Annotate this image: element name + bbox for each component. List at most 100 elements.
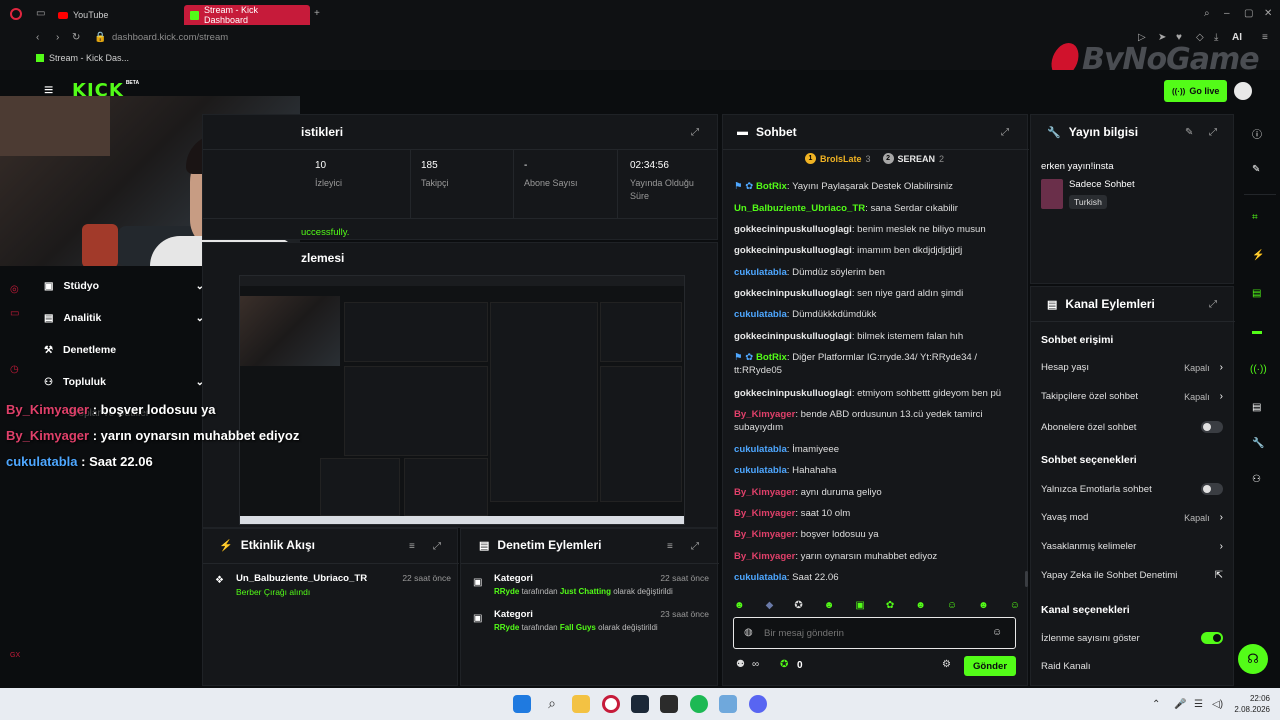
emote-icon[interactable]: ▣ xyxy=(855,596,864,614)
sidebar-item-moderation[interactable]: ⚒ Denetleme xyxy=(44,344,204,356)
chat-username[interactable]: By_Kimyager xyxy=(734,487,795,498)
row-banned-words[interactable]: Yasaklanmış kelimeler › xyxy=(1041,541,1223,552)
chevron-up-icon[interactable]: ⌃ xyxy=(1152,699,1160,710)
new-tab-icon[interactable]: + xyxy=(314,8,320,19)
row-ai-moderation[interactable]: Yapay Zeka ile Sohbet Denetimi ⇱ xyxy=(1041,570,1223,581)
clock-icon[interactable]: ◷ xyxy=(10,364,19,375)
emote-icon[interactable]: ✿ xyxy=(886,596,894,614)
emoji-icon[interactable]: ☺ xyxy=(992,627,1002,638)
chat-username[interactable]: BotRix xyxy=(756,352,787,363)
chat-username[interactable]: cukulatabla xyxy=(734,444,787,455)
obs-icon[interactable] xyxy=(660,695,678,713)
steam-icon[interactable] xyxy=(631,695,649,713)
network-icon[interactable]: ☰ xyxy=(1194,699,1203,710)
chat-scrollbar[interactable] xyxy=(1025,571,1028,587)
close-icon[interactable]: ✕ xyxy=(1264,8,1272,19)
category-thumbnail[interactable] xyxy=(1041,179,1063,209)
chat-username[interactable]: BotRix xyxy=(756,181,787,192)
tab-kick-dashboard[interactable]: Stream - Kick Dashboard xyxy=(184,5,310,25)
tab-youtube[interactable]: YouTube xyxy=(52,5,180,25)
microphone-icon[interactable]: 🎤 xyxy=(1174,699,1186,710)
popout-icon[interactable]: ⤢ xyxy=(1209,127,1217,138)
preview-video[interactable] xyxy=(239,275,685,525)
file-explorer-icon[interactable] xyxy=(572,695,590,713)
opera-gx-icon[interactable] xyxy=(602,695,620,713)
chat-username[interactable]: gokkecininpuskulluoglagi xyxy=(734,331,852,342)
show-viewcount-toggle[interactable] xyxy=(1201,632,1223,644)
start-icon[interactable] xyxy=(513,695,531,713)
sidebar-item-community[interactable]: ⚇ Topluluk ⌄ xyxy=(44,376,204,388)
broadcast-icon[interactable]: ((·)) xyxy=(1250,364,1267,375)
bookmark-kick[interactable]: Stream - Kick Das... xyxy=(36,53,129,63)
gifter-2[interactable]: 2 SEREAN 2 xyxy=(882,153,944,164)
volume-icon[interactable]: ◁) xyxy=(1212,699,1223,710)
maximize-icon[interactable]: ▢ xyxy=(1244,8,1253,19)
users-icon[interactable]: ⚇ xyxy=(1252,474,1261,485)
chat-username[interactable]: cukulatabla xyxy=(734,572,787,583)
reload-icon[interactable]: ↻ xyxy=(72,32,80,43)
chat-username[interactable]: cukulatabla xyxy=(734,465,787,476)
emote-icon[interactable]: ☻ xyxy=(978,596,989,614)
subscribers-only-toggle[interactable] xyxy=(1201,421,1223,433)
filter-icon[interactable]: ≡ xyxy=(409,541,415,552)
emote-icon[interactable]: ◆ xyxy=(766,596,774,614)
row-raid-channel[interactable]: Raid Kanalı xyxy=(1041,661,1223,672)
category-name[interactable]: Sadece Sohbet xyxy=(1069,179,1135,190)
filter-icon[interactable]: ≡ xyxy=(667,541,673,552)
chat-username[interactable]: gokkecininpuskulluoglagi xyxy=(734,245,852,256)
search-icon[interactable]: ⌕ xyxy=(543,695,561,713)
emote-icon[interactable]: ☻ xyxy=(915,596,926,614)
chat-input-box[interactable]: ◍ ☺ xyxy=(733,617,1016,649)
support-icon[interactable]: ☊ xyxy=(1238,644,1268,674)
wrench-icon[interactable]: 🔧 xyxy=(1252,438,1264,449)
url-field[interactable]: dashboard.kick.com/stream xyxy=(112,32,228,43)
opera-logo-icon[interactable] xyxy=(10,8,22,20)
sidebar-item-analytics[interactable]: ▤ Analitik ⌄ xyxy=(44,312,204,324)
lightning-icon[interactable]: ⚡ xyxy=(1252,250,1264,261)
gear-icon[interactable]: ⚙ xyxy=(942,659,951,670)
go-live-button[interactable]: ((·)) Go live xyxy=(1164,80,1228,102)
chat-username[interactable]: Un_Balbuziente_Ubriaco_TR xyxy=(734,203,865,214)
emote-icon[interactable]: ☺ xyxy=(1010,596,1020,614)
popout-icon[interactable]: ⤢ xyxy=(1001,127,1009,138)
row-followers-only[interactable]: Takipçilere özel sohbet Kapalı › xyxy=(1041,391,1223,402)
points-icon[interactable]: ✪ xyxy=(780,659,788,670)
row-account-age[interactable]: Hesap yaşı Kapalı › xyxy=(1041,362,1223,373)
back-icon[interactable]: ‹ xyxy=(36,32,39,43)
spotify-icon[interactable] xyxy=(690,695,708,713)
emote-icon[interactable]: ☺ xyxy=(947,596,957,614)
avatar[interactable] xyxy=(1234,82,1252,100)
gifter-1[interactable]: 1 BrolsLate 3 xyxy=(805,153,871,164)
document-icon[interactable]: ▤ xyxy=(1252,288,1261,299)
menu-icon[interactable]: ≡ xyxy=(1262,32,1268,43)
clock[interactable]: 22:06 2.08.2026 xyxy=(1226,693,1270,715)
popout-icon[interactable]: ⤢ xyxy=(691,127,699,138)
chat-username[interactable]: cukulatabla xyxy=(734,267,787,278)
tab-overview-icon[interactable]: ▭ xyxy=(36,8,45,19)
chat-username[interactable]: cukulatabla xyxy=(734,309,787,320)
info-icon[interactable]: ⓘ xyxy=(1252,126,1262,141)
pencil-icon[interactable]: ✎ xyxy=(1252,164,1260,175)
chat-username[interactable]: By_Kimyager xyxy=(734,529,795,540)
list-icon[interactable]: ▤ xyxy=(1252,402,1261,413)
message-icon[interactable]: ▭ xyxy=(10,308,19,319)
chat-bubble-icon[interactable]: ▬ xyxy=(1252,326,1262,337)
popout-icon[interactable]: ⤢ xyxy=(433,541,441,552)
discord-icon[interactable] xyxy=(749,695,767,713)
forward-icon[interactable]: › xyxy=(56,32,59,43)
chat-username[interactable]: By_Kimyager xyxy=(734,551,795,562)
minimize-icon[interactable]: – xyxy=(1224,8,1230,19)
popout-icon[interactable]: ⤢ xyxy=(1209,299,1217,310)
instagram-icon[interactable]: ◎ xyxy=(10,284,19,295)
chat-username[interactable]: gokkecininpuskulluoglagi xyxy=(734,288,852,299)
chat-username[interactable]: gokkecininpuskulluoglagi xyxy=(734,224,852,235)
search-tabs-icon[interactable]: ⌕ xyxy=(1204,8,1210,19)
emote-icon[interactable]: ☻ xyxy=(824,596,835,614)
emote-only-toggle[interactable] xyxy=(1201,483,1223,495)
edit-icon[interactable]: ✎ xyxy=(1185,127,1193,138)
sidebar-item-studio[interactable]: ▣ Stüdyo ⌄ xyxy=(44,280,204,292)
send-button[interactable]: Gönder xyxy=(964,656,1016,676)
chat-input[interactable] xyxy=(764,625,990,641)
chat-username[interactable]: By_Kimyager xyxy=(734,409,795,420)
emote-icon[interactable]: ☻ xyxy=(734,596,745,614)
